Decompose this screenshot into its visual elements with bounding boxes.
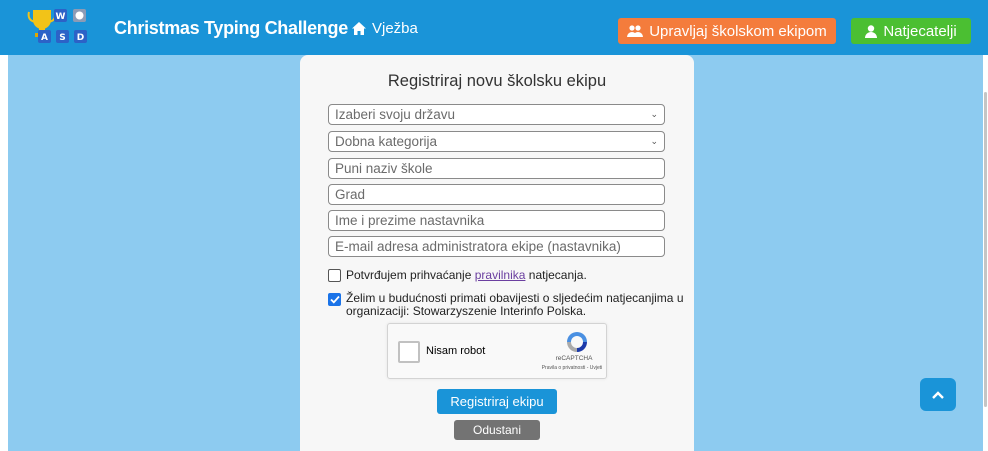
newsletter-consent-row: Želim u budućnosti primati obavijesti o … (328, 292, 686, 318)
svg-text:D: D (77, 33, 84, 43)
cancel-button[interactable]: Odustani (454, 420, 540, 440)
wasd-logo-icon[interactable]: W A S D (27, 6, 99, 50)
register-team-form: Registriraj novu školsku ekipu Izaberi s… (300, 55, 694, 451)
scrollbar-thumb[interactable] (984, 92, 987, 407)
recaptcha-label: Nisam robot (426, 345, 486, 357)
recaptcha-logo-icon (567, 332, 587, 352)
age-category-select[interactable]: Dobna kategorija ⌄ (328, 131, 665, 152)
home-icon (352, 22, 366, 35)
nav-practice-link[interactable]: Vježba (352, 20, 418, 37)
register-team-button[interactable]: Registriraj ekipu (437, 389, 557, 414)
city-input[interactable] (328, 184, 665, 205)
country-select-value: Izaberi svoju državu (335, 107, 456, 122)
newsletter-checkbox[interactable] (328, 293, 341, 306)
age-category-value: Dobna kategorija (335, 134, 438, 149)
brand-title[interactable]: Christmas Typing Challenge (114, 18, 348, 39)
newsletter-consent-text: Želim u budućnosti primati obavijesti o … (346, 291, 684, 318)
svg-text:A: A (41, 33, 48, 43)
form-title: Registriraj novu školsku ekipu (387, 72, 607, 90)
svg-text:W: W (56, 12, 66, 22)
recaptcha-widget: Nisam robot reCAPTCHA Pravila o privatno… (387, 323, 607, 379)
users-icon (627, 25, 644, 37)
competitors-button[interactable]: Natjecatelji (851, 18, 971, 44)
chevron-down-icon: ⌄ (650, 136, 658, 146)
rules-consent-text: Potvrđujem prihvaćanje pravilnika natjec… (346, 268, 587, 282)
rules-text-after: natjecanja. (525, 268, 587, 282)
checkmark-icon (329, 295, 340, 304)
chevron-down-icon: ⌄ (650, 109, 658, 119)
top-navbar: W A S D Christmas Typing Challenge Vježb… (0, 0, 988, 55)
nav-practice-label: Vježba (372, 20, 418, 37)
page-left-margin (0, 55, 8, 451)
rules-checkbox[interactable] (328, 269, 341, 282)
manage-team-button[interactable]: Upravljaj školskom ekipom (618, 18, 836, 44)
recaptcha-brand: reCAPTCHA (555, 355, 593, 362)
recaptcha-checkbox[interactable] (398, 341, 420, 363)
competitors-label: Natjecatelji (883, 22, 957, 40)
rules-text-before: Potvrđujem prihvaćanje (346, 268, 475, 282)
svg-text:S: S (59, 33, 65, 43)
rules-link[interactable]: pravilnika (475, 268, 526, 282)
scroll-to-top-button[interactable] (920, 378, 956, 411)
school-name-input[interactable] (328, 158, 665, 179)
user-icon (865, 24, 878, 38)
manage-team-label: Upravljaj školskom ekipom (649, 22, 827, 40)
recaptcha-terms[interactable]: Pravila o privatnosti - Uvjeti (536, 365, 608, 371)
admin-email-input[interactable] (328, 236, 665, 257)
rules-consent-row: Potvrđujem prihvaćanje pravilnika natjec… (328, 268, 587, 282)
country-select[interactable]: Izaberi svoju državu ⌄ (328, 104, 665, 125)
chevron-up-icon (932, 390, 944, 399)
teacher-name-input[interactable] (328, 210, 665, 231)
